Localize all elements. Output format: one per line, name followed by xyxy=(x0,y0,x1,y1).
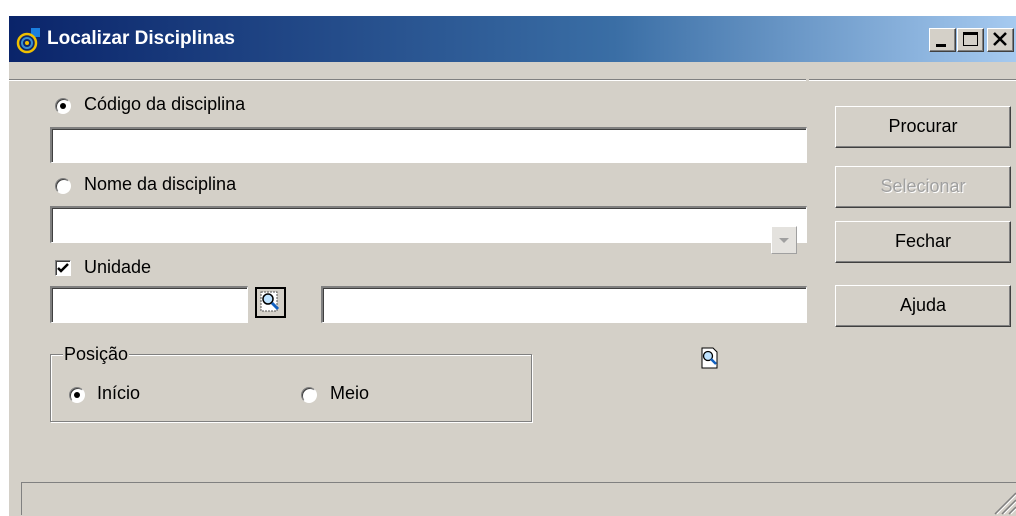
name-combobox[interactable] xyxy=(50,206,807,243)
close-icon xyxy=(993,32,1007,46)
unit-checkbox[interactable] xyxy=(55,260,71,276)
radio-name-label: Nome da disciplina xyxy=(84,174,237,194)
window-title: Localizar Disciplinas xyxy=(47,28,235,49)
radio-position-start-label: Início xyxy=(97,383,141,403)
chevron-down-icon xyxy=(779,238,789,243)
radio-code-label: Código da disciplina xyxy=(84,94,246,114)
minimize-button[interactable] xyxy=(929,28,956,52)
help-button[interactable]: Ajuda xyxy=(835,285,1011,327)
code-input[interactable] xyxy=(50,127,807,163)
dialog-window: Localizar Disciplinas Código da discipli… xyxy=(8,15,1016,516)
radio-code[interactable] xyxy=(55,98,71,114)
close-dialog-button[interactable]: Fechar xyxy=(835,221,1011,263)
checkmark-icon xyxy=(57,263,69,273)
radio-position-middle-label: Meio xyxy=(330,383,370,403)
search-icon xyxy=(260,291,280,312)
position-legend: Posição xyxy=(63,344,130,365)
separator-line xyxy=(9,79,1016,81)
radio-position-start[interactable] xyxy=(69,387,85,403)
close-button[interactable] xyxy=(987,28,1014,52)
minimize-icon xyxy=(936,44,946,47)
unit-name-input[interactable] xyxy=(321,286,807,323)
app-icon xyxy=(16,28,40,54)
unit-lookup-button[interactable] xyxy=(255,287,286,318)
maximize-icon xyxy=(963,32,978,46)
separator-notch xyxy=(806,79,809,81)
unit-code-input[interactable] xyxy=(50,286,248,323)
unit-label: Unidade xyxy=(84,257,152,277)
search-button[interactable]: Procurar xyxy=(835,106,1011,148)
radio-name[interactable] xyxy=(55,178,71,194)
resize-grip-icon[interactable] xyxy=(986,485,1016,515)
combobox-dropdown-button[interactable] xyxy=(771,226,797,254)
search-icon xyxy=(701,347,718,369)
radio-position-middle[interactable] xyxy=(301,387,317,403)
title-bar[interactable]: Localizar Disciplinas xyxy=(9,16,1016,62)
select-button[interactable]: Selecionar xyxy=(835,166,1011,208)
maximize-button[interactable] xyxy=(957,28,984,52)
status-bar xyxy=(21,482,1016,515)
